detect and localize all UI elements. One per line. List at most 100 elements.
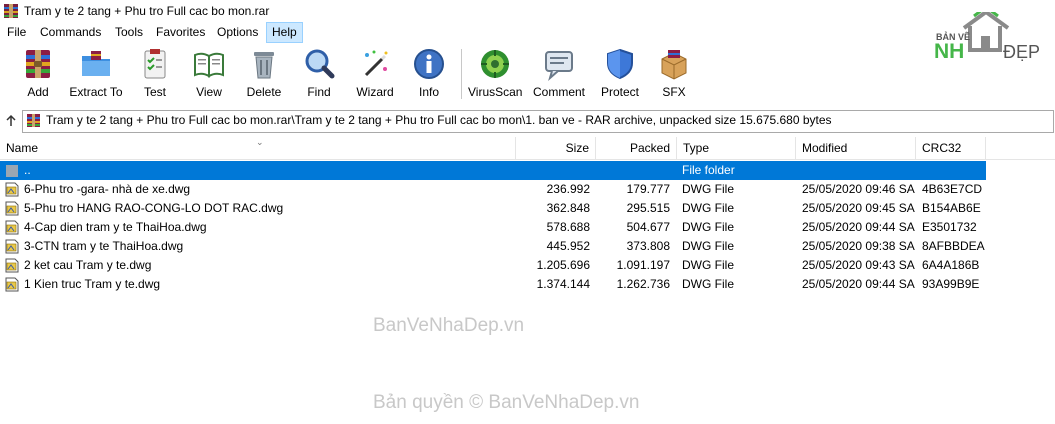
file-name: 4-Cap dien tram y te ThaiHoa.dwg <box>24 220 207 234</box>
add-archive-icon <box>26 50 50 78</box>
extract-folder-icon <box>82 51 110 76</box>
view-button[interactable]: View <box>182 47 236 103</box>
file-size <box>516 161 590 180</box>
dwg-file-icon <box>5 239 19 254</box>
column-crc32[interactable]: CRC32 <box>916 137 986 159</box>
file-name: .. <box>24 163 31 177</box>
virus-scan-icon <box>481 50 509 78</box>
add-button[interactable]: Add <box>11 47 65 103</box>
menu-commands[interactable]: Commands <box>35 22 106 43</box>
file-type: DWG File <box>682 258 734 272</box>
file-modified: 25/05/2020 09:45 SA <box>802 201 915 215</box>
sfx-box-icon <box>661 50 687 80</box>
file-packed: 295.515 <box>626 201 670 215</box>
view-book-icon <box>194 52 224 78</box>
parent-folder-row[interactable]: .. File folder <box>0 161 986 180</box>
file-packed <box>596 161 670 180</box>
protect-button[interactable]: Protect <box>593 47 647 103</box>
file-packed: 1.262.736 <box>616 277 670 291</box>
column-size[interactable]: Size <box>516 137 596 159</box>
column-packed[interactable]: Packed <box>596 137 677 159</box>
file-crc32: 4B63E7CD <box>922 182 983 196</box>
file-row[interactable]: 4-Cap dien tram y te ThaiHoa.dwg 578.688 5… <box>0 218 986 237</box>
info-button[interactable]: Info <box>402 47 456 103</box>
menu-file[interactable]: File <box>2 22 31 43</box>
toolbar: Add Extract To Test View Delete Find Wiz… <box>0 43 1055 103</box>
extract-to-button[interactable]: Extract To <box>69 47 123 103</box>
file-row[interactable]: 2 ket cau Tram y te.dwg 1.205.696 1.091.19… <box>0 256 986 275</box>
delete-button[interactable]: Delete <box>237 47 291 103</box>
column-type[interactable]: Type <box>677 137 796 159</box>
banvenhadep-logo: BẢN VẼ NH ĐẸP <box>930 5 1046 66</box>
menu-bar: File Commands Tools Favorites Options He… <box>0 22 1055 43</box>
file-packed: 1.091.197 <box>616 258 670 272</box>
comment-button[interactable]: Comment <box>532 47 586 103</box>
find-button[interactable]: Find <box>292 47 346 103</box>
file-row[interactable]: 6-Phu tro -gara- nhà de xe.dwg 236.992 179… <box>0 180 986 199</box>
menu-favorites[interactable]: Favorites <box>151 22 210 43</box>
menu-tools[interactable]: Tools <box>110 22 148 43</box>
dwg-file-icon <box>5 220 19 235</box>
file-modified: 25/05/2020 09:43 SA <box>802 258 915 272</box>
sfx-button[interactable]: SFX <box>647 47 701 103</box>
dwg-file-icon <box>5 277 19 292</box>
file-modified: 25/05/2020 09:44 SA <box>802 277 915 291</box>
file-size: 1.205.696 <box>536 258 590 272</box>
file-packed: 373.808 <box>626 239 670 253</box>
dwg-file-icon <box>5 258 19 273</box>
logo-brand-left: NH <box>934 40 965 63</box>
file-size: 445.952 <box>546 239 590 253</box>
file-list: Name ⌄ Size Packed Type Modified CRC32 .… <box>0 137 1055 424</box>
logo-brand-right: ĐẸP <box>1003 42 1041 62</box>
file-row[interactable]: 3-CTN tram y te ThaiHoa.dwg 445.952 373.80… <box>0 237 986 256</box>
wizard-button[interactable]: Wizard <box>348 47 402 103</box>
up-one-level-icon[interactable] <box>4 114 18 128</box>
file-modified: 25/05/2020 09:46 SA <box>802 182 915 196</box>
file-type: DWG File <box>682 239 734 253</box>
file-modified: 25/05/2020 09:44 SA <box>802 220 915 234</box>
file-crc32 <box>922 161 986 180</box>
file-name: 5-Phu tro HANG RAO-CONG-LO DOT RAC.dwg <box>24 201 284 215</box>
dwg-file-icon <box>5 182 19 197</box>
trash-icon <box>254 52 274 79</box>
dwg-file-icon <box>5 201 19 216</box>
virusscan-button[interactable]: VirusScan <box>468 47 522 103</box>
test-clipboard-icon <box>144 49 166 79</box>
file-row[interactable]: 5-Phu tro HANG RAO-CONG-LO DOT RAC.dwg 36… <box>0 199 986 218</box>
file-crc32: 6A4A186B <box>922 258 980 272</box>
file-size: 578.688 <box>546 220 590 234</box>
file-crc32: E3501732 <box>922 220 977 234</box>
menu-help[interactable]: Help <box>266 22 303 43</box>
sort-arrow-icon: ⌄ <box>256 137 264 147</box>
info-icon <box>414 49 444 79</box>
file-modified <box>802 161 914 180</box>
watermark-copyright: Bản quyền © BanVeNhaDep.vn <box>373 392 640 413</box>
toolbar-separator <box>461 49 462 99</box>
menu-options[interactable]: Options <box>212 22 263 43</box>
file-type: DWG File <box>682 220 734 234</box>
file-name: 2 ket cau Tram y te.dwg <box>24 258 152 272</box>
file-size: 236.992 <box>546 182 590 196</box>
column-header: Name ⌄ Size Packed Type Modified CRC32 <box>0 137 1055 160</box>
file-crc32: 93A99B9E <box>922 277 980 291</box>
file-type: DWG File <box>682 277 734 291</box>
file-name: 6-Phu tro -gara- nhà de xe.dwg <box>24 182 191 196</box>
file-size: 1.374.144 <box>536 277 590 291</box>
window-title: Tram y te 2 tang + Phu tro Full cac bo m… <box>24 4 270 18</box>
file-type: DWG File <box>682 182 734 196</box>
address-path: Tram y te 2 tang + Phu tro Full cac bo m… <box>46 113 832 127</box>
file-row[interactable]: 1 Kien truc Tram y te.dwg 1.374.144 1.262.… <box>0 275 986 294</box>
file-name: 3-CTN tram y te ThaiHoa.dwg <box>24 239 184 253</box>
parent-folder-icon <box>6 165 18 177</box>
file-packed: 179.777 <box>626 182 670 196</box>
file-packed: 504.677 <box>626 220 670 234</box>
file-name: 1 Kien truc Tram y te.dwg <box>24 277 161 291</box>
column-modified[interactable]: Modified <box>796 137 916 159</box>
watermark-site: BanVeNhaDep.vn <box>373 315 525 336</box>
file-type: DWG File <box>682 201 734 215</box>
magnifier-icon <box>305 49 335 79</box>
test-button[interactable]: Test <box>128 47 182 103</box>
winrar-app-icon[interactable] <box>3 3 19 19</box>
title-bar: Tram y te 2 tang + Phu tro Full cac bo m… <box>0 0 1055 22</box>
file-type: File folder <box>682 163 735 177</box>
